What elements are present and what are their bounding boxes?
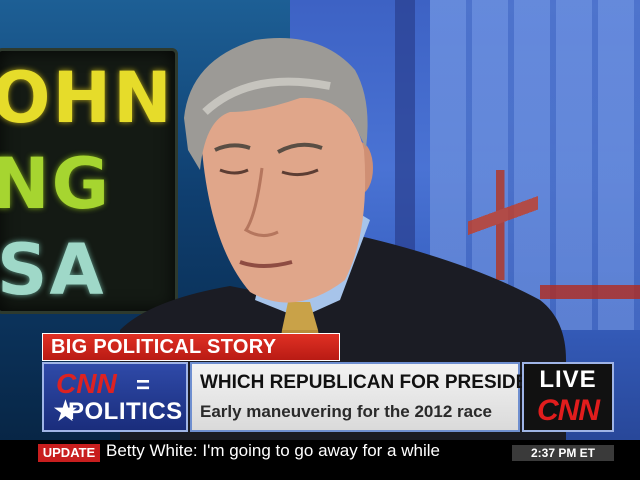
time-display: 2:37 PM ET <box>512 445 614 461</box>
ticker-headline: Betty White: I'm going to go away for a … <box>106 441 440 460</box>
update-badge-label: UPDATE <box>42 445 96 460</box>
news-ticker: UPDATE Betty White: I'm going to go away… <box>0 440 640 480</box>
logo-politics-text: POLITICS <box>68 398 183 425</box>
live-bug: LIVE CNN <box>522 362 614 432</box>
live-label: LIVE <box>539 366 597 393</box>
headline-panel: WHICH REPUBLICAN FOR PRESIDENT? Early ma… <box>190 362 565 432</box>
cnn-politics-logo: CNN = ★ POLITICS <box>42 362 188 432</box>
kicker-label: BIG POLITICAL STORY <box>51 336 277 358</box>
kicker-banner: BIG POLITICAL STORY <box>42 333 340 361</box>
headline-text: WHICH REPUBLICAN FOR PRESIDENT? <box>200 372 566 393</box>
subheadline-text: Early maneuvering for the 2012 race <box>200 402 492 421</box>
broadcast-frame: OHN NG SA BIG POLITICAL STORY CNN = ★ PO… <box>0 0 640 480</box>
time-display-text: 2:37 PM ET <box>530 446 596 460</box>
logo-equals-sign: = <box>136 372 151 399</box>
update-badge: UPDATE <box>38 444 100 462</box>
cnn-logo: CNN <box>537 394 600 427</box>
